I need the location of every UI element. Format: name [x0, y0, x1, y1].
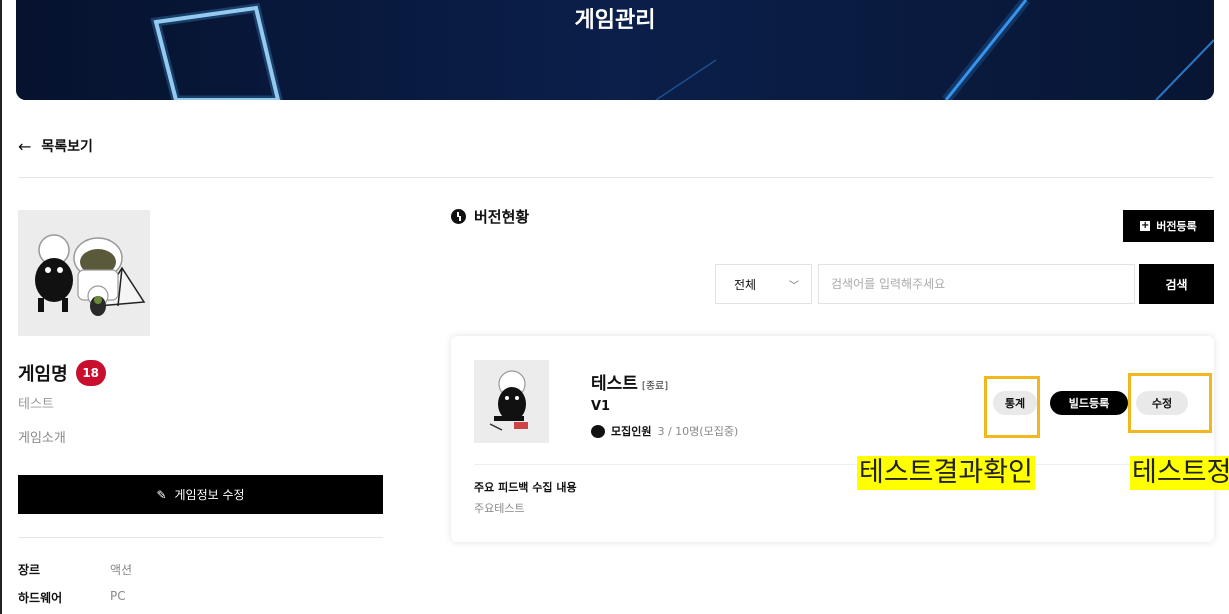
- register-build-button[interactable]: 빌드등록: [1050, 391, 1128, 415]
- clock-icon: [451, 209, 466, 224]
- search-input[interactable]: [818, 264, 1135, 304]
- divider: [474, 464, 1191, 465]
- annotation-label-edit: 테스트정: [1130, 456, 1229, 490]
- pencil-icon: ✎: [156, 487, 167, 502]
- page-title: 게임관리: [574, 8, 656, 33]
- feedback-title: 주요 피드백 수집 내용: [474, 481, 577, 494]
- back-label: 목록보기: [41, 139, 93, 155]
- game-intro: 게임소개: [18, 431, 66, 446]
- feedback-body: 주요테스트: [474, 502, 525, 515]
- recruit-value: 3 / 10명(모집중): [657, 425, 739, 438]
- plus-icon: +: [1140, 220, 1151, 231]
- search-button[interactable]: 검색: [1139, 264, 1214, 304]
- edit-game-info-label: 게임정보 수정: [174, 488, 245, 502]
- arrow-left-icon: ←: [18, 136, 32, 156]
- game-subtitle: 테스트: [18, 397, 54, 412]
- info-key: 하드웨어: [18, 591, 63, 605]
- game-character-illustration: [35, 234, 146, 316]
- divider: [18, 537, 383, 538]
- chevron-down-icon: ﹀: [789, 280, 799, 292]
- chat-bubble-icon: [591, 424, 605, 438]
- version-card: 테스트 [종료] V1 모집인원 3 / 10명(모집중) 주요 피드백 수집 내…: [451, 336, 1214, 542]
- info-value: PC: [110, 589, 126, 603]
- header-banner: 게임관리: [16, 0, 1214, 100]
- version-section-title: 버전현황: [451, 206, 529, 227]
- version-section-label: 버전현황: [474, 208, 530, 226]
- register-version-label: 버전등록: [1156, 220, 1197, 233]
- version-status: [종료]: [641, 381, 669, 392]
- version-character-illustration: [489, 370, 528, 431]
- version-thumbnail: [474, 360, 549, 443]
- game-name: 게임명: [18, 364, 68, 385]
- divider: [18, 177, 1214, 178]
- info-row-hardware: 하드웨어 PC: [18, 589, 126, 606]
- recruit-info: 모집인원 3 / 10명(모집중): [591, 423, 738, 439]
- version-title: 테스트 [종료]: [591, 369, 668, 394]
- back-to-list-link[interactable]: ← 목록보기: [18, 136, 93, 156]
- annotation-label-stats: 테스트결과확인: [857, 456, 1035, 490]
- info-key: 장르: [18, 563, 41, 577]
- version-number: V1: [591, 399, 611, 414]
- version-filter-select[interactable]: 전체 ﹀: [715, 264, 812, 304]
- info-row-genre: 장르 액션: [18, 561, 132, 578]
- game-thumbnail: [18, 210, 150, 336]
- recruit-label: 모집인원: [611, 425, 652, 438]
- highlight-box-edit: [1128, 373, 1212, 433]
- filter-selected-value: 전체: [734, 277, 757, 292]
- game-name-row: 게임명 18: [18, 360, 106, 386]
- version-name: 테스트: [591, 374, 638, 394]
- register-version-button[interactable]: + 버전등록: [1123, 210, 1214, 242]
- highlight-box-stats: [984, 376, 1040, 438]
- edit-game-info-button[interactable]: ✎ 게임정보 수정: [18, 475, 383, 514]
- info-value: 액션: [110, 563, 133, 577]
- age-rating-badge: 18: [75, 360, 106, 386]
